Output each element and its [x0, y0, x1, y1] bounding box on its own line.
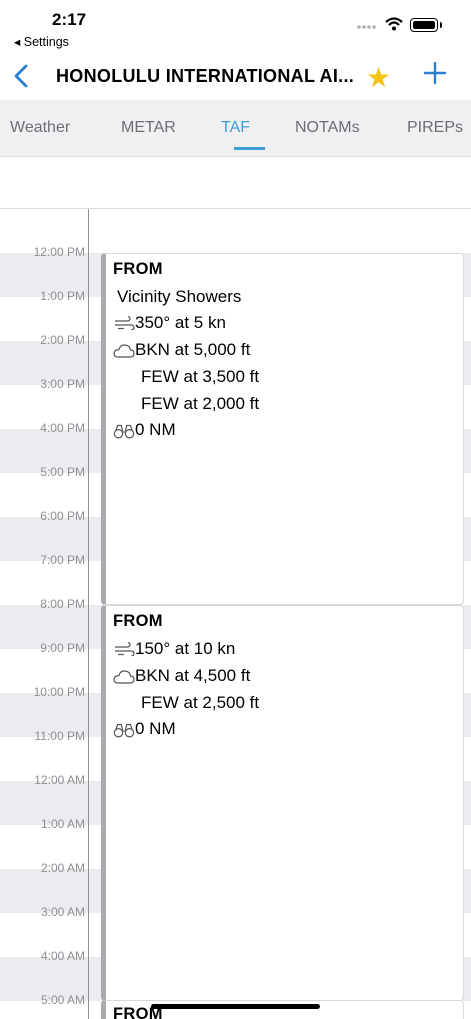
visibility-row: 0 NM	[113, 719, 176, 739]
binoculars-icon	[113, 723, 135, 737]
segment-tabs: Weather METAR TAF NOTAMs PIREPs	[0, 100, 471, 157]
binoculars-icon	[113, 424, 135, 438]
tab-pireps[interactable]: PIREPs	[407, 119, 463, 137]
home-indicator[interactable]	[151, 1004, 320, 1009]
wind-icon	[115, 641, 135, 656]
tab-weather[interactable]: Weather	[10, 119, 70, 137]
tab-notams[interactable]: NOTAMs	[295, 119, 360, 137]
wind-icon	[115, 315, 135, 330]
visibility-value: 0 NM	[135, 420, 176, 439]
hour-label: 4:00 AM	[40, 949, 85, 963]
cloud-layer: FEW at 2,500 ft	[141, 693, 260, 712]
hour-label: 12:00 AM	[34, 773, 85, 787]
hour-label: 10:00 PM	[33, 685, 85, 699]
wind-row: 150° at 10 kn	[113, 639, 235, 659]
hour-label: 12:00 PM	[33, 245, 85, 259]
hour-label: 1:00 PM	[40, 289, 85, 303]
cloud-row: BKN at 5,000 ft	[113, 340, 250, 360]
forecast-card[interactable]: FROM	[101, 1000, 464, 1019]
cloud-layer: BKN at 4,500 ft	[135, 666, 251, 685]
navigation-bar: HONOLULU INTERNATIONAL AI... ★	[0, 52, 471, 100]
hour-label: 9:00 PM	[40, 641, 85, 655]
timeline-axis-line	[88, 209, 89, 1019]
hour-label: 6:00 PM	[40, 509, 85, 523]
forecast-header: FROM	[113, 612, 163, 630]
back-to-app-link[interactable]: ◂ Settings	[14, 34, 69, 49]
battery-icon	[410, 18, 442, 32]
wind-row: 350° at 5 kn	[113, 313, 226, 333]
hour-label: 8:00 PM	[40, 597, 85, 611]
tab-taf[interactable]: TAF	[221, 119, 250, 137]
cellular-signal-icon	[357, 25, 376, 29]
visibility-value: 0 NM	[135, 719, 176, 738]
hour-label: 3:00 PM	[40, 377, 85, 391]
forecast-header: FROM	[113, 260, 163, 278]
airport-title: HONOLULU INTERNATIONAL AI...	[56, 66, 355, 86]
cloud-layer: FEW at 3,500 ft	[141, 367, 260, 386]
hour-label: 5:00 AM	[40, 993, 85, 1007]
visibility-row: 0 NM	[113, 420, 176, 440]
wifi-icon	[385, 17, 403, 31]
hour-label: 1:00 AM	[40, 817, 85, 831]
cloud-icon	[113, 669, 135, 684]
status-bar: 2:17 ◂ Settings	[0, 0, 471, 52]
hour-label: 11:00 PM	[34, 729, 85, 743]
hour-label: 4:00 PM	[40, 421, 85, 435]
star-icon[interactable]: ★	[366, 61, 391, 94]
status-time: 2:17	[52, 10, 87, 29]
header-spacer	[0, 157, 471, 209]
hour-label: 5:00 PM	[40, 465, 85, 479]
cloud-layer: BKN at 5,000 ft	[135, 340, 251, 359]
cloud-layer: FEW at 2,000 ft	[141, 394, 260, 413]
hour-label: 3:00 AM	[40, 905, 85, 919]
weather-condition: Vicinity Showers	[117, 287, 242, 306]
wind-value: 350° at 5 kn	[135, 313, 226, 332]
hour-label: 7:00 PM	[40, 553, 85, 567]
plus-icon[interactable]	[424, 62, 446, 84]
cloud-row: BKN at 4,500 ft	[113, 666, 250, 686]
back-chevron-icon[interactable]	[10, 62, 34, 90]
hour-label: 2:00 PM	[40, 333, 85, 347]
forecast-card[interactable]: FROM 150° at 10 kn BKN at 4,500 ft FEW a…	[101, 605, 464, 1001]
active-tab-indicator	[234, 147, 265, 150]
cloud-icon	[113, 343, 135, 358]
hour-label: 2:00 AM	[40, 861, 85, 875]
taf-timeline[interactable]: 12:00 PM 1:00 PM 2:00 PM 3:00 PM 4:00 PM 5:00…	[0, 209, 471, 1019]
forecast-card[interactable]: FROM Vicinity Showers 350° at 5 kn BKN a…	[101, 253, 464, 605]
wind-value: 150° at 10 kn	[135, 639, 236, 658]
tab-metar[interactable]: METAR	[121, 119, 176, 137]
